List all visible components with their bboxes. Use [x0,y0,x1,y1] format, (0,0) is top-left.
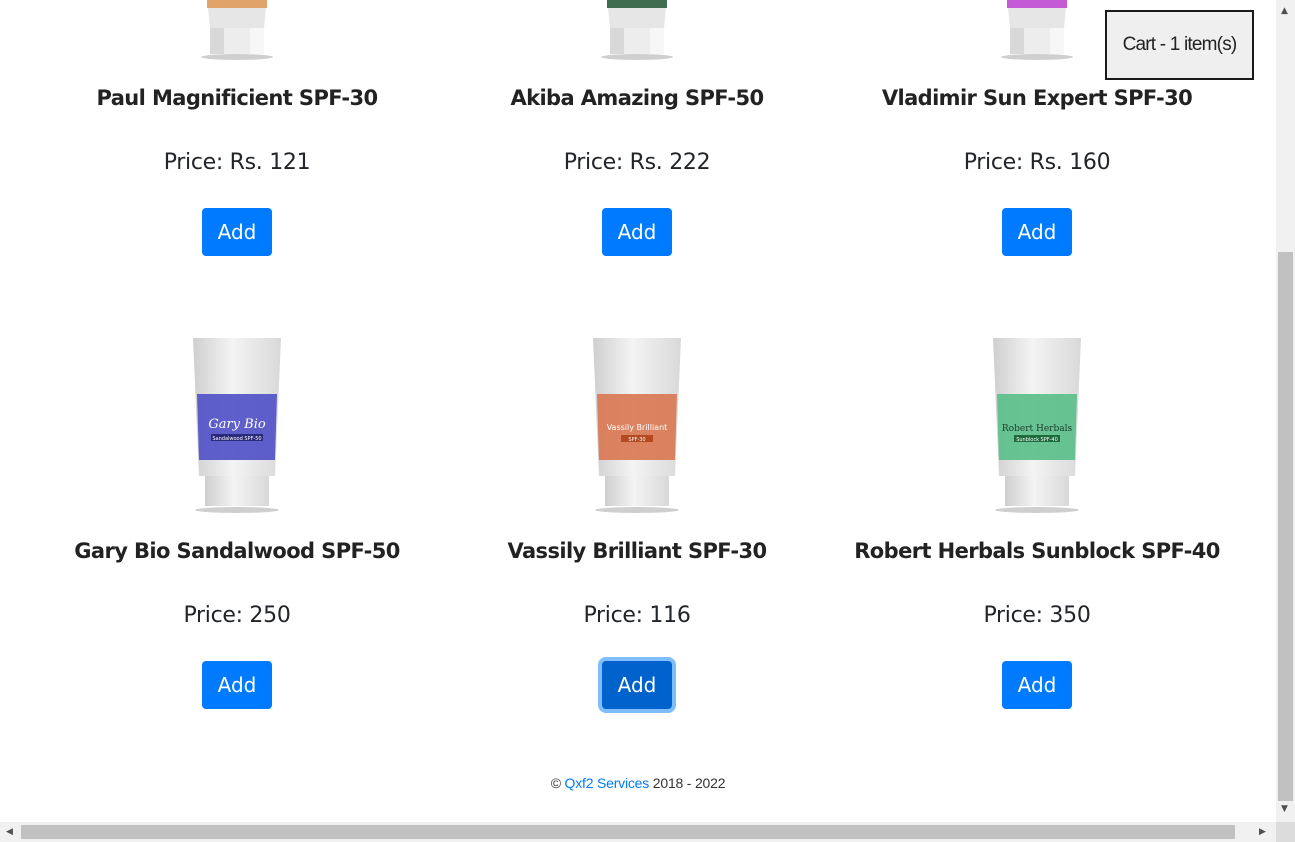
vertical-scrollbar-thumb[interactable] [1278,252,1293,801]
sunscreen-tube-image: Robert Herbals Sunblock SPF-40 [993,338,1081,513]
product-price: Price: 250 [183,603,291,628]
scroll-right-arrow-icon[interactable]: ▶ [1259,827,1266,837]
product-name: Akiba Amazing SPF-50 [510,86,764,110]
product-name: Vassily Brilliant SPF-30 [507,539,767,563]
tube-brand-text: Robert Herbals [1002,424,1073,434]
sunscreen-tube-image [1001,0,1073,60]
product-price: Price: 116 [583,603,691,628]
copyright-symbol: © [550,775,561,791]
footer: © Qxf2 Services 2018 - 2022 [0,775,1276,791]
page-viewport: Paul Magnificient SPF-30 Price: Rs. 121 … [0,0,1276,822]
add-to-cart-button[interactable]: Add [602,208,672,256]
tube-label-band [207,0,267,8]
product-price: Price: Rs. 222 [563,150,711,175]
add-to-cart-button[interactable]: Add [202,661,272,709]
product-name: Paul Magnificient SPF-30 [96,86,379,110]
scroll-left-arrow-icon[interactable]: ◀ [6,827,13,837]
add-to-cart-button[interactable]: Add [1002,661,1072,709]
product-name: Gary Bio Sandalwood SPF-50 [74,539,400,563]
scroll-up-arrow-icon[interactable]: ▲ [1281,6,1288,16]
scrollbar-corner [1276,822,1295,842]
sunscreen-tube-image [201,0,273,60]
product-price: Price: 350 [983,603,1091,628]
product-price: Price: Rs. 160 [963,150,1111,175]
tube-sub-text: Sandalwood SPF-50 [212,436,261,442]
sunscreen-tube-image: Gary Bio Sandalwood SPF-50 [193,338,281,513]
company-link[interactable]: Qxf2 Services [565,775,650,791]
tube-brand-text: Gary Bio [208,417,266,432]
tube-sub-text: SPF-30 [628,437,645,443]
tube-brand-text: Vassily Brilliant [607,423,668,432]
product-name: Robert Herbals Sunblock SPF-40 [854,539,1220,563]
cart-button[interactable]: Cart - 1 item(s) [1105,10,1254,80]
add-to-cart-button[interactable]: Add [202,208,272,256]
horizontal-scrollbar-thumb[interactable] [21,825,1235,839]
add-to-cart-button[interactable]: Add [1002,208,1072,256]
product-name: Vladimir Sun Expert SPF-30 [881,86,1193,110]
tube-label-band [607,0,667,8]
sunscreen-tube-image: Vassily Brilliant SPF-30 [593,338,681,513]
sunscreen-tube-image [601,0,673,60]
add-to-cart-button[interactable]: Add [602,661,672,709]
product-price: Price: Rs. 121 [163,150,311,175]
tube-sub-text: Sunblock SPF-40 [1016,437,1058,443]
copyright-years: 2018 - 2022 [652,775,726,791]
scroll-down-arrow-icon[interactable]: ▼ [1281,804,1288,814]
tube-label-band [1007,0,1067,8]
